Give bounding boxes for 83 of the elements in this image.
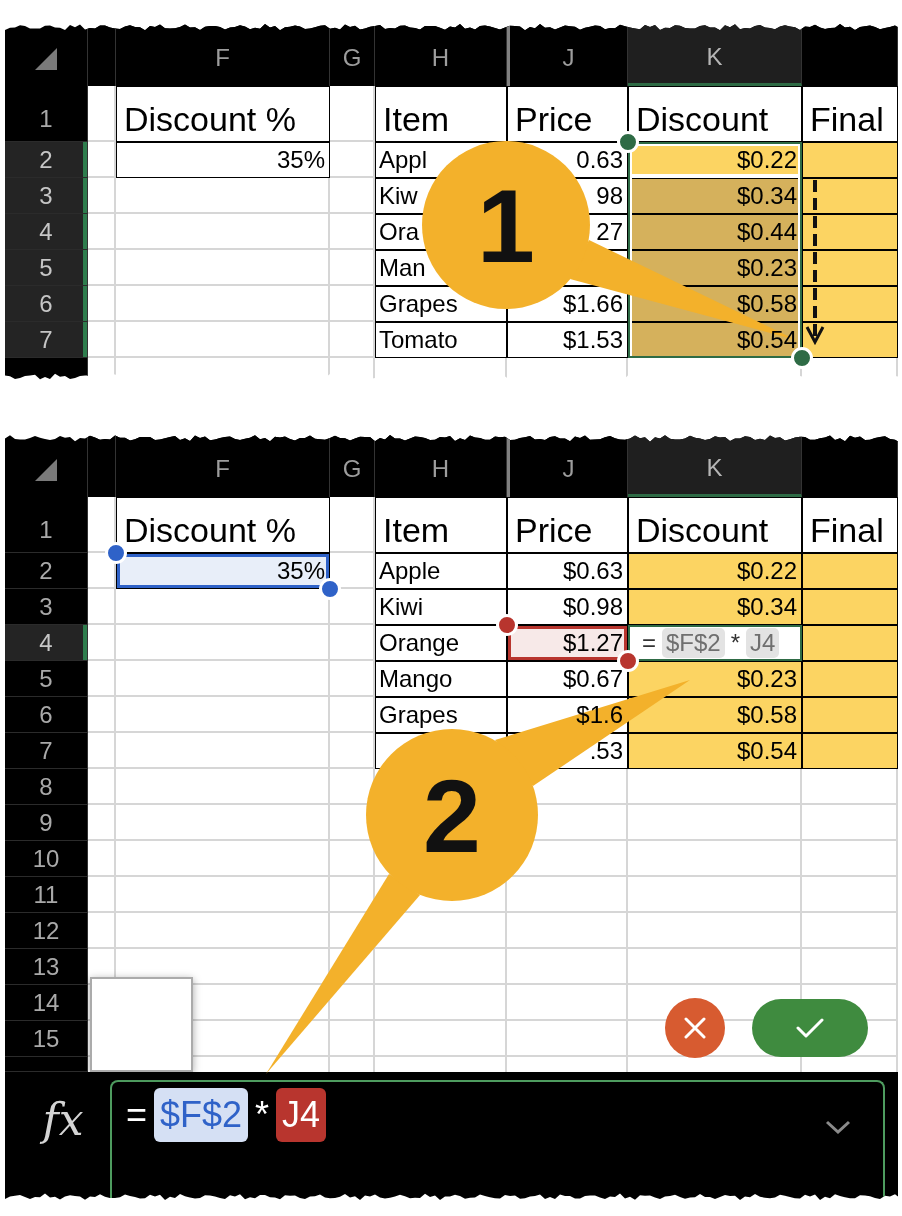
table-cell: Price [507, 497, 628, 553]
table-cell: Item [375, 497, 507, 553]
row-header[interactable]: 2 [5, 553, 88, 589]
table-cell: $0.67 [507, 661, 628, 697]
table-cell: Apple [375, 553, 507, 589]
formula-reference: J4 [746, 627, 780, 659]
row-header[interactable]: 6 [5, 697, 88, 733]
formula-field[interactable]: = $F$2 * J4 [110, 1080, 885, 1200]
table-cell: Final [802, 497, 898, 553]
column-header[interactable]: F [116, 24, 330, 86]
row-header[interactable]: 5 [5, 250, 88, 286]
table-cell: Discount [628, 497, 802, 553]
select-all-icon[interactable] [35, 459, 57, 481]
row-header[interactable]: 6 [5, 286, 88, 322]
formula-operator: * [255, 1093, 270, 1137]
row-header[interactable]: 3 [5, 178, 88, 214]
table-cell: $0.22 [628, 553, 802, 589]
table-cell: Grapes [375, 697, 507, 733]
row-header[interactable]: 4 [5, 214, 88, 250]
table-cell: Discount % [116, 497, 330, 553]
column-header[interactable]: H [375, 435, 507, 497]
table-cell: Kiwi [375, 589, 507, 625]
table-cell: $0.54 [628, 733, 802, 769]
row-header[interactable]: 1 [5, 497, 88, 553]
table-cell: $0.34 [628, 178, 802, 214]
table-cell: Discount [628, 86, 802, 142]
column-header[interactable]: H [375, 24, 507, 86]
row-header[interactable]: 12 [5, 913, 88, 949]
row-header[interactable]: 9 [5, 805, 88, 841]
column-header[interactable]: J [507, 24, 628, 86]
column-header[interactable]: G [330, 24, 375, 86]
row-header[interactable]: 15 [5, 1021, 88, 1057]
confirm-button[interactable] [752, 999, 868, 1057]
table-cell: $0.23 [628, 661, 802, 697]
row-header[interactable]: 8 [5, 769, 88, 805]
formula-reference: $F$2 [662, 627, 725, 659]
column-header[interactable] [802, 435, 898, 497]
row-header[interactable]: 10 [5, 841, 88, 877]
function-button[interactable]: fx [38, 1098, 88, 1142]
row-header[interactable]: 14 [5, 985, 88, 1021]
chevron-down-icon[interactable] [825, 1120, 851, 1134]
column-header[interactable]: G [330, 435, 375, 497]
row-header[interactable]: 7 [5, 322, 88, 358]
formula-operator: = [642, 628, 656, 658]
column-header[interactable]: K [628, 435, 802, 497]
column-header[interactable] [88, 24, 116, 86]
formula-reference: J4 [276, 1088, 327, 1142]
table-cell: Discount % [116, 86, 330, 142]
table-cell: $0.34 [628, 589, 802, 625]
formula-operator: * [730, 628, 741, 658]
row-header[interactable]: 7 [5, 733, 88, 769]
table-cell: Final [802, 86, 898, 142]
select-all-icon[interactable] [35, 48, 57, 70]
column-header[interactable]: K [628, 24, 802, 86]
row-header[interactable]: 2 [5, 142, 88, 178]
row-header[interactable]: 11 [5, 877, 88, 913]
table-cell: Orange [375, 625, 507, 661]
table-cell: $0.44 [628, 214, 802, 250]
column-header[interactable] [802, 24, 898, 86]
row-header[interactable]: 13 [5, 949, 88, 985]
row-header[interactable] [5, 358, 88, 380]
row-header[interactable]: 1 [5, 86, 88, 142]
check-icon [796, 1018, 824, 1038]
formula-operator: = [126, 1093, 148, 1137]
table-cell: Mango [375, 661, 507, 697]
table-cell: $0.58 [628, 697, 802, 733]
row-header[interactable]: 5 [5, 661, 88, 697]
column-header[interactable]: F [116, 435, 330, 497]
close-icon [684, 1017, 706, 1039]
table-cell: 35% [116, 142, 330, 178]
table-cell: $1.53 [507, 322, 628, 358]
row-header[interactable]: 3 [5, 589, 88, 625]
step-number: 2 [423, 758, 481, 874]
cell-editor[interactable]: = $F$2 * J4 [628, 625, 802, 661]
column-header[interactable]: J [507, 435, 628, 497]
table-cell: $0.98 [507, 589, 628, 625]
table-cell: Tomato [375, 322, 507, 358]
column-header[interactable] [88, 435, 116, 497]
table-cell: Item [375, 86, 507, 142]
row-header[interactable]: 4 [5, 625, 88, 661]
table-cell: $0.63 [507, 553, 628, 589]
table-cell: Price [507, 86, 628, 142]
formula-reference: $F$2 [154, 1088, 249, 1142]
